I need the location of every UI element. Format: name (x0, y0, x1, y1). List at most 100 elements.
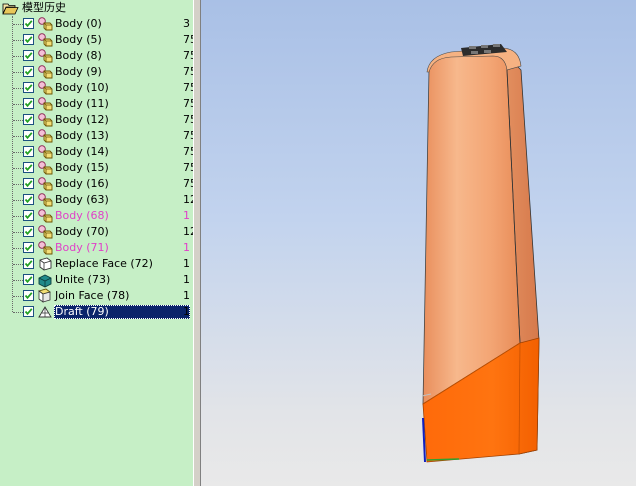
body-icon (37, 48, 53, 64)
body-icon (37, 112, 53, 128)
tree-connector-branch (13, 264, 23, 265)
visibility-checkbox[interactable] (23, 34, 34, 45)
tree-item-label: Body (14) (55, 145, 109, 158)
join-face-icon (37, 288, 53, 304)
tree-item-label: Body (71) (55, 241, 109, 254)
visibility-checkbox[interactable] (23, 82, 34, 93)
tree-item-value: 3 (183, 17, 190, 30)
tree-item-value: 1 (183, 273, 190, 286)
tree-item-label: Join Face (78) (55, 289, 130, 302)
tree-item-label: Replace Face (72) (55, 257, 153, 270)
visibility-checkbox[interactable] (23, 306, 34, 317)
3d-model (421, 44, 540, 463)
tree-item-value: 12 (183, 225, 193, 238)
tree-item-label: Body (12) (55, 113, 109, 126)
visibility-checkbox[interactable] (23, 114, 34, 125)
tree-item[interactable]: Join Face (78) 1 (0, 288, 193, 304)
tree-item-label: Body (63) (55, 193, 109, 206)
tree-item-value: 75 (183, 33, 193, 46)
tree-connector-branch (13, 184, 23, 185)
tree-item-label: Body (10) (55, 81, 109, 94)
tree-item[interactable]: Body (71) 1 (0, 240, 193, 256)
tree-item[interactable]: Body (16) 75 (0, 176, 193, 192)
body-icon (37, 64, 53, 80)
tree-item-label: Draft (79) (54, 305, 190, 319)
body-icon (37, 32, 53, 48)
visibility-checkbox[interactable] (23, 178, 34, 189)
visibility-checkbox[interactable] (23, 258, 34, 269)
body-icon (37, 16, 53, 32)
unite-icon (37, 272, 53, 288)
tree-item-label: Body (11) (55, 97, 109, 110)
tree-connector-branch (13, 88, 23, 89)
tree-item[interactable]: Body (11) 75 (0, 96, 193, 112)
visibility-checkbox[interactable] (23, 226, 34, 237)
visibility-checkbox[interactable] (23, 274, 34, 285)
tree-item-value: 1 (183, 257, 190, 270)
tree-item[interactable]: Replace Face (72) 1 (0, 256, 193, 272)
body-icon (37, 128, 53, 144)
tree-item[interactable]: Body (70) 12 (0, 224, 193, 240)
visibility-checkbox[interactable] (23, 130, 34, 141)
tree-item[interactable]: Body (13) 75 (0, 128, 193, 144)
tree-item-value: 75 (183, 97, 193, 110)
tree-connector-branch (13, 216, 23, 217)
open-folder-icon (2, 3, 19, 14)
tree-connector-branch (13, 248, 23, 249)
tree-connector-branch (13, 168, 23, 169)
visibility-checkbox[interactable] (23, 146, 34, 157)
body-icon (37, 80, 53, 96)
tree-root-label: 模型历史 (22, 1, 66, 14)
panel-splitter[interactable] (193, 0, 201, 486)
tree-item-label: Body (70) (55, 225, 109, 238)
tree-item[interactable]: Body (14) 75 (0, 144, 193, 160)
tree-item-value: 75 (183, 81, 193, 94)
tree-item[interactable]: Body (8) 75 (0, 48, 193, 64)
visibility-checkbox[interactable] (23, 290, 34, 301)
tree-connector-branch (13, 200, 23, 201)
tree-items: Body (0)3Body (5)75Body (8)75Body (9)75B… (0, 16, 193, 320)
tree-item-value: 75 (183, 145, 193, 158)
body-icon (37, 208, 53, 224)
tree-item-label: Unite (73) (55, 273, 111, 286)
tree-connector-branch (13, 24, 23, 25)
tree-item-value: 75 (183, 129, 193, 142)
tree-root[interactable]: 模型历史 (2, 1, 66, 15)
draft-icon (37, 304, 53, 320)
tree-item[interactable]: Body (10) 75 (0, 80, 193, 96)
visibility-checkbox[interactable] (23, 162, 34, 173)
tree-item[interactable]: Body (68) 1 (0, 208, 193, 224)
visibility-checkbox[interactable] (23, 194, 34, 205)
visibility-checkbox[interactable] (23, 98, 34, 109)
visibility-checkbox[interactable] (23, 210, 34, 221)
body-icon (37, 240, 53, 256)
visibility-checkbox[interactable] (23, 18, 34, 29)
tree-item[interactable]: Body (9) 75 (0, 64, 193, 80)
tree-item[interactable]: Draft (79) 1 (0, 304, 193, 320)
tree-connector-branch (13, 152, 23, 153)
tree-item-label: Body (13) (55, 129, 109, 142)
tree-item-value: 1 (183, 289, 190, 302)
visibility-checkbox[interactable] (23, 66, 34, 77)
body-icon (37, 192, 53, 208)
tree-item[interactable]: Body (0) 3 (0, 16, 193, 32)
3d-viewport[interactable] (201, 0, 636, 486)
visibility-checkbox[interactable] (23, 50, 34, 61)
tree-connector-branch (13, 56, 23, 57)
tree-item-label: Body (9) (55, 65, 102, 78)
tree-item-label: Body (0) (55, 17, 102, 30)
tree-connector-branch (13, 232, 23, 233)
tree-item-value: 75 (183, 177, 193, 190)
tree-connector-branch (13, 136, 23, 137)
visibility-checkbox[interactable] (23, 242, 34, 253)
tree-item[interactable]: Body (5) 75 (0, 32, 193, 48)
tree-item[interactable]: Unite (73) 1 (0, 272, 193, 288)
tree-connector-branch (13, 312, 23, 313)
tree-item-value: 1 (183, 305, 190, 318)
tree-item[interactable]: Body (15) 75 (0, 160, 193, 176)
body-icon (37, 96, 53, 112)
tree-item-label: Body (68) (55, 209, 109, 222)
body-icon (37, 176, 53, 192)
tree-item[interactable]: Body (12) 75 (0, 112, 193, 128)
tree-item[interactable]: Body (63) 12 (0, 192, 193, 208)
